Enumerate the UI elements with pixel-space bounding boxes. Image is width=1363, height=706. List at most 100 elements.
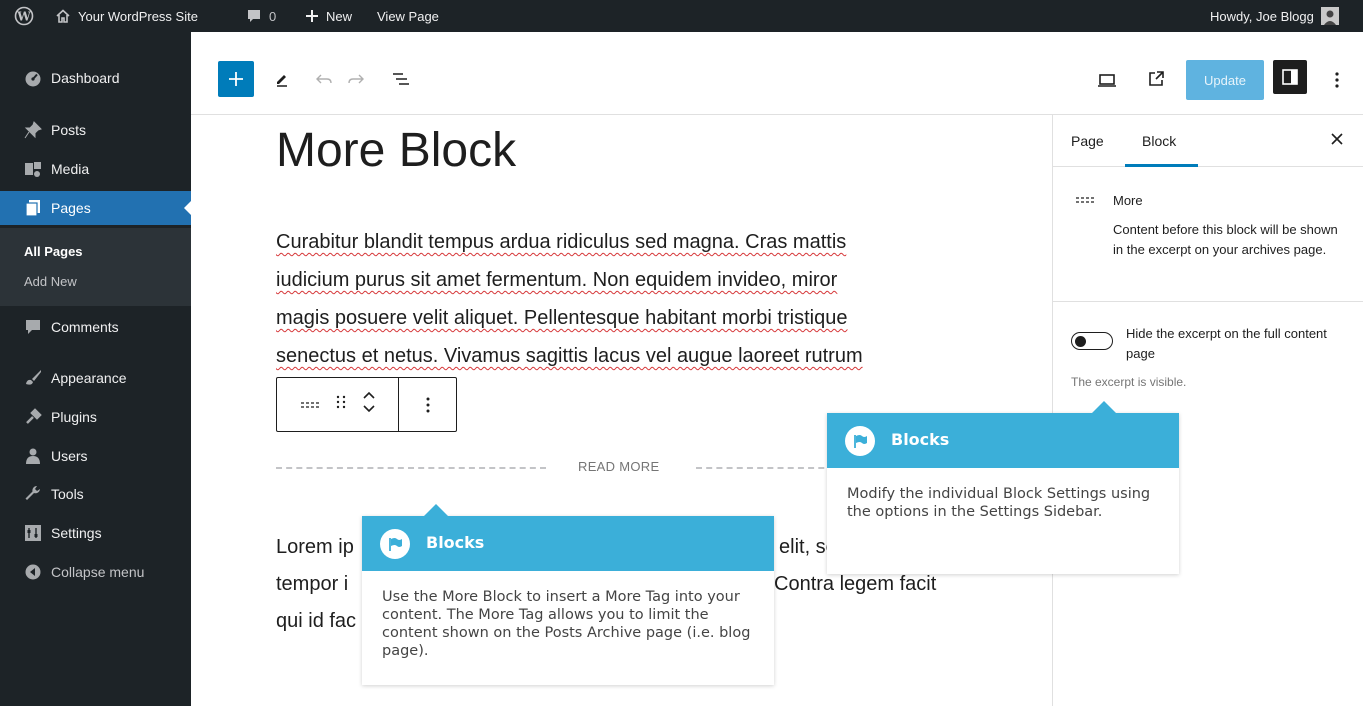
desktop-icon [1098,74,1116,87]
more-block[interactable]: READ MORE [276,456,916,478]
tab-block[interactable]: Block [1142,133,1176,149]
block-description: Content before this block will be shown … [1113,222,1338,257]
admin-sidebar: Dashboard Posts Media Pages All Pages Ad… [0,32,192,706]
pages-icon [24,199,42,217]
menu-label: Collapse menu [51,564,145,580]
site-name-link[interactable]: Your WordPress Site [55,0,198,32]
menu-item-appearance[interactable]: Appearance [0,361,191,395]
avatar [1320,7,1339,25]
page-title[interactable]: More Block [276,123,516,178]
active-tab-indicator [1125,164,1198,167]
comments-link[interactable]: 0 [246,0,276,32]
block-name: More [1113,193,1143,208]
menu-item-posts[interactable]: Posts [0,113,191,147]
greeting: Howdy, Joe Blogg [1210,8,1314,24]
callout-title: Blocks [426,533,485,552]
comment-icon [246,8,262,24]
preview-button[interactable] [1095,68,1119,92]
move-up-down-icon[interactable] [362,390,376,419]
plus-icon [305,9,319,23]
home-icon [55,8,71,24]
submenu-add-new[interactable]: Add New [24,274,77,289]
external-link-icon [1149,71,1164,86]
view-page-button[interactable] [1144,67,1168,91]
settings-icon [24,524,42,542]
more-vertical-icon [426,397,429,412]
menu-item-users[interactable]: Users [0,439,191,473]
svg-text:W: W [16,10,31,24]
block-options-button[interactable] [399,378,456,431]
paragraph-line: Lorem ip [276,536,354,558]
admin-bar: W Your WordPress Site 0 New View Page Ho… [0,0,1363,32]
settings-toggle-button[interactable] [1273,60,1307,94]
submenu-all-pages[interactable]: All Pages [24,244,83,259]
menu-item-pages[interactable]: Pages [0,191,192,225]
paragraph-line: iudicium purus sit amet fermentum. Non e… [276,269,838,291]
comments-count: 0 [269,8,277,24]
view-page-link[interactable]: View Page [377,0,439,32]
plug-icon [24,408,42,426]
callout-header: Blocks [362,516,774,571]
hide-excerpt-toggle[interactable] [1071,332,1113,350]
more-block-icon [1075,193,1095,208]
callout-header: Blocks [827,413,1179,468]
redo-button[interactable] [345,68,367,90]
undo-icon [316,74,332,84]
menu-label: Appearance [51,370,127,386]
list-view-icon [393,73,409,85]
undo-button[interactable] [313,68,335,90]
flag-icon [845,426,875,456]
options-menu-button[interactable] [1329,68,1345,92]
close-icon [1331,133,1343,145]
close-settings-button[interactable] [1327,129,1347,149]
users-icon [24,447,42,465]
tab-page[interactable]: Page [1071,133,1104,149]
menu-label: Dashboard [51,70,120,86]
drag-handle-icon[interactable] [336,395,346,414]
document-overview-button[interactable] [390,68,412,90]
block-inserter-button[interactable] [218,61,254,97]
paragraph-block-1[interactable]: Curabitur blandit tempus ardua ridiculus… [276,223,976,375]
tools-button[interactable] [271,68,293,90]
menu-label: Posts [51,122,87,138]
update-button[interactable]: Update [1186,60,1264,100]
paragraph-line: senectus et netus. Vivamus sagittis lacu… [276,345,863,367]
paragraph-line: qui id fac [276,610,357,632]
more-block-icon[interactable] [300,396,320,414]
menu-item-settings[interactable]: Settings [0,516,191,550]
menu-label: Pages [51,200,91,216]
settings-tabs: Page Block [1053,115,1363,167]
block-card: More Content before this block will be s… [1053,168,1363,302]
callout-title: Blocks [891,430,950,449]
new-label: New [326,8,353,24]
my-account-link[interactable]: Howdy, Joe Blogg [1210,0,1339,32]
menu-label: Tools [51,486,84,502]
toggle-label: Hide the excerpt on the full content pag… [1126,326,1327,361]
media-icon [24,160,42,178]
sidebar-icon [1282,69,1298,85]
callout-body: Use the More Block to insert a More Tag … [382,589,751,659]
menu-label: Settings [51,525,102,541]
menu-item-media[interactable]: Media [0,152,191,186]
menu-item-plugins[interactable]: Plugins [0,400,191,434]
callout-arrow [424,504,448,516]
menu-label: Plugins [51,409,97,425]
menu-item-comments[interactable]: Comments [0,310,191,344]
menu-label: Media [51,161,90,177]
menu-item-dashboard[interactable]: Dashboard [0,61,191,95]
menu-label: Users [51,448,88,464]
menu-item-collapse[interactable]: Collapse menu [0,555,191,589]
more-block-callout: Blocks Use the More Block to insert a Mo… [362,504,774,685]
callout-arrow [1092,401,1116,413]
wordpress-logo-icon[interactable]: W [14,0,34,32]
more-vertical-icon [1335,72,1339,88]
plus-icon [229,72,243,86]
settings-callout: Blocks Modify the individual Block Setti… [827,401,1179,574]
new-content-link[interactable]: New [305,0,352,32]
pencil-icon [277,75,287,87]
wrench-icon [24,485,42,503]
site-name: Your WordPress Site [78,8,198,24]
menu-item-tools[interactable]: Tools [0,477,191,511]
read-more-label: READ MORE [578,459,660,474]
collapse-icon [24,563,42,581]
